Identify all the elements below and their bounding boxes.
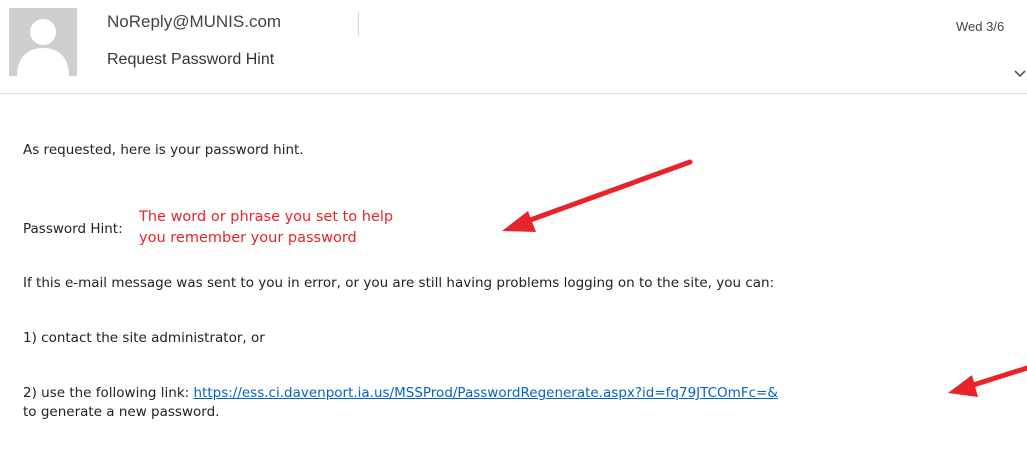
password-hint-label: Password Hint: [23,221,123,237]
option-contact-admin: 1) contact the site administrator, or [23,330,265,346]
person-silhouette-icon [9,8,77,76]
password-hint-value: The word or phrase you set to help you r… [139,207,499,249]
sender-avatar [9,8,77,76]
link-arrow-icon [948,365,1027,397]
chevron-down-icon[interactable] [1013,69,1027,79]
password-hint-line: you remember your password [139,230,357,246]
sender-address[interactable]: NoReply@MUNIS.com [107,11,281,33]
message-header: NoReply@MUNIS.com Request Password Hint … [0,0,1027,94]
error-note-text: If this e-mail message was sent to you i… [23,275,775,291]
regenerate-password-link[interactable]: https://ess.ci.davenport.ia.us/MSSProd/P… [193,385,777,401]
hint-arrow-icon [502,159,693,232]
header-divider [358,12,359,36]
option-link-prefix: 2) use the following link: [23,385,194,401]
intro-text: As requested, here is your password hint… [23,142,304,158]
option-regenerate-link: 2) use the following link: https://ess.c… [23,384,778,402]
message-date: Wed 3/6 [956,19,1005,34]
closing-text: to generate a new password. [23,404,220,420]
password-hint-line: The word or phrase you set to help [139,209,394,225]
message-subject: Request Password Hint [107,51,275,68]
